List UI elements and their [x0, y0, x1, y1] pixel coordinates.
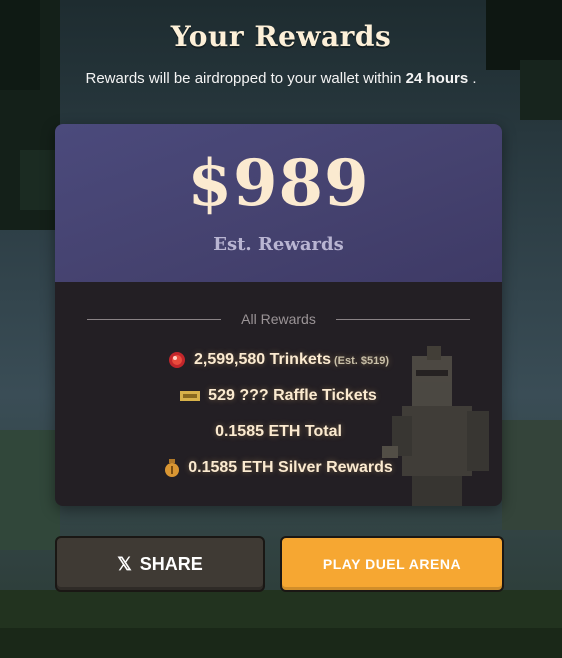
x-logo-icon: 𝕏	[117, 553, 132, 574]
rewards-amount: $989	[187, 146, 370, 221]
play-duel-arena-button[interactable]: PLAY DUEL ARENA	[280, 536, 504, 592]
divider-right	[336, 319, 470, 320]
hill-left	[0, 430, 60, 550]
raffle-ticket-icon	[180, 390, 201, 401]
reward-trinkets-estimate: (Est. $519)	[333, 355, 389, 368]
page-title: Your Rewards	[170, 20, 392, 53]
tree-right-edge	[520, 60, 562, 120]
play-button-label: PLAY DUEL ARENA	[322, 556, 462, 572]
share-button[interactable]: 𝕏 SHARE	[55, 536, 265, 592]
rewards-amount-label: Est. Rewards	[213, 234, 344, 255]
money-bag-icon	[165, 459, 180, 477]
share-button-label: SHARE	[139, 553, 203, 574]
subtitle-duration: 24 hours	[405, 70, 469, 87]
rewards-card: $989 Est. Rewards All Rewards 2,599,580 …	[55, 124, 502, 506]
reward-raffle-text: 529 ??? Raffle Tickets	[208, 387, 377, 404]
trinket-gem-icon	[168, 352, 185, 368]
hill-right	[502, 420, 562, 530]
reward-row-raffle: 529 ??? Raffle Tickets	[55, 387, 502, 405]
subtitle-end: .	[472, 70, 477, 87]
rewards-summary: $989 Est. Rewards	[55, 124, 502, 282]
reward-trinkets-text: 2,599,580 Trinkets	[193, 351, 331, 369]
reward-row-silver: 0.1585 ETH Silver Rewards	[55, 459, 502, 477]
subtitle-text: Rewards will be airdropped to your walle…	[85, 70, 402, 87]
reward-silver-text: 0.1585 ETH Silver Rewards	[188, 459, 393, 477]
reward-row-eth-total: 0.1585 ETH Total	[55, 423, 502, 441]
page-subtitle: Rewards will be airdropped to your walle…	[0, 70, 562, 87]
reward-eth-total-text: 0.1585 ETH Total	[215, 423, 342, 440]
ground-dark	[0, 628, 562, 658]
reward-row-trinkets: 2,599,580 Trinkets (Est. $519)	[55, 351, 502, 369]
